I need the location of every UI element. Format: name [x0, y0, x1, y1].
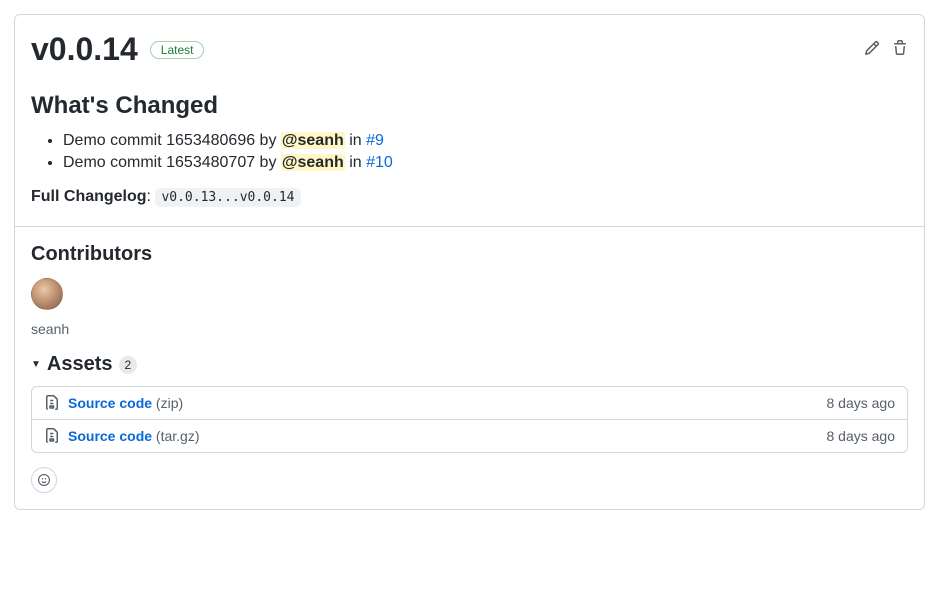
pr-link[interactable]: #9 [366, 132, 384, 149]
asset-left: Source code (zip) [44, 395, 183, 411]
asset-time: 8 days ago [827, 395, 896, 411]
release-actions [864, 40, 908, 59]
changelog-list: Demo commit 1653480696 by @seanh in #9 D… [31, 132, 908, 172]
assets-heading: Assets [47, 353, 113, 376]
asset-link[interactable]: Source code (tar.gz) [68, 428, 200, 444]
changelog-mid: in [345, 154, 366, 171]
assets-list: Source code (zip) 8 days ago Source code… [31, 386, 908, 453]
user-mention[interactable]: @seanh [281, 132, 345, 149]
pr-link[interactable]: #10 [366, 154, 393, 171]
title-left: v0.0.14 Latest [31, 31, 204, 68]
avatar [31, 278, 63, 310]
asset-ext: (tar.gz) [156, 428, 200, 444]
contributor-username: seanh [31, 321, 908, 337]
changelog-text: Demo commit 1653480707 by [63, 154, 281, 171]
asset-link[interactable]: Source code (zip) [68, 395, 183, 411]
release-lower: Contributors seanh ▼ Assets 2 Source cod… [15, 227, 924, 509]
asset-name: Source code [68, 428, 152, 444]
add-reaction-button[interactable] [31, 467, 57, 493]
asset-ext: (zip) [156, 395, 183, 411]
whats-changed-heading: What's Changed [31, 92, 908, 120]
changelog-text: Demo commit 1653480696 by [63, 132, 281, 149]
file-zip-icon [44, 428, 60, 444]
asset-left: Source code (tar.gz) [44, 428, 200, 444]
assets-toggle[interactable]: ▼ Assets 2 [31, 353, 908, 376]
changelog-item: Demo commit 1653480707 by @seanh in #10 [63, 154, 908, 172]
pencil-icon [864, 40, 880, 56]
caret-down-icon: ▼ [31, 359, 41, 370]
asset-name: Source code [68, 395, 152, 411]
contributor-avatar-link[interactable] [31, 297, 63, 313]
delete-button[interactable] [892, 40, 908, 59]
smiley-icon [38, 472, 50, 488]
release-title: v0.0.14 [31, 31, 138, 68]
asset-row: Source code (zip) 8 days ago [32, 387, 907, 419]
contributors-heading: Contributors [31, 243, 908, 266]
file-zip-icon [44, 395, 60, 411]
release-card: v0.0.14 Latest What's Changed Demo commi… [14, 14, 925, 510]
user-mention[interactable]: @seanh [281, 154, 345, 171]
assets-count-badge: 2 [119, 356, 138, 374]
asset-time: 8 days ago [827, 428, 896, 444]
changelog-mid: in [345, 132, 366, 149]
full-changelog: Full Changelog: v0.0.13...v0.0.14 [31, 188, 908, 206]
asset-row: Source code (tar.gz) 8 days ago [32, 419, 907, 452]
latest-badge: Latest [150, 41, 205, 59]
full-changelog-label: Full Changelog [31, 188, 147, 205]
changelog-range-link[interactable]: v0.0.13...v0.0.14 [155, 188, 300, 207]
edit-button[interactable] [864, 40, 880, 59]
title-row: v0.0.14 Latest [31, 31, 908, 68]
release-header: v0.0.14 Latest What's Changed Demo commi… [15, 15, 924, 226]
changelog-item: Demo commit 1653480696 by @seanh in #9 [63, 132, 908, 150]
trash-icon [892, 40, 908, 56]
